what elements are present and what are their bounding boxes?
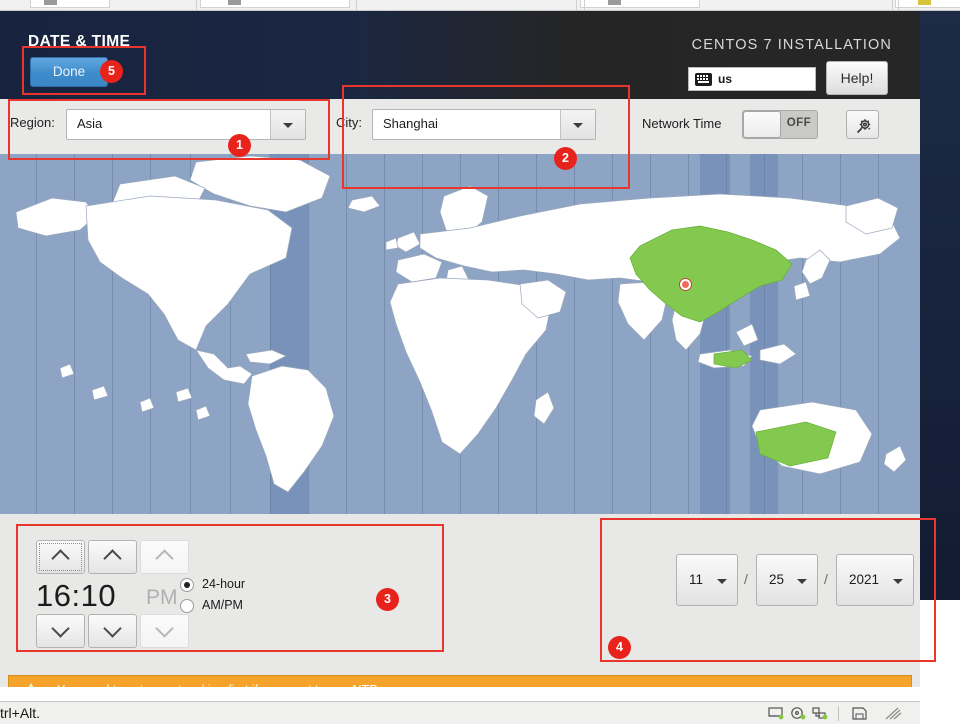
- format-option-label: AM/PM: [202, 598, 243, 612]
- world-map-svg: [15, 155, 907, 493]
- done-button[interactable]: Done: [30, 57, 108, 87]
- network-time-toggle[interactable]: OFF: [742, 110, 818, 139]
- disc-icon[interactable]: [790, 707, 806, 720]
- radio-icon: [180, 578, 194, 592]
- day-dropdown[interactable]: 25: [756, 554, 818, 606]
- datetime-controls-panel: 16:10 PM 24-hour AM/PM 11 / 25 / 2021: [0, 514, 920, 648]
- month-dropdown[interactable]: 11: [676, 554, 738, 606]
- region-label: Region:: [10, 115, 55, 130]
- warning-text: You need to set up networking first if y…: [57, 683, 378, 687]
- anaconda-installer-window: DATE & TIME Done CENTOS 7 INSTALLATION u…: [0, 11, 920, 687]
- resize-grip-icon[interactable]: [884, 707, 902, 720]
- location-marker-icon: [680, 279, 691, 290]
- date-separator: /: [824, 571, 828, 587]
- hour-up-button[interactable]: [36, 540, 85, 574]
- region-city-bar: Region: Asia City: Shanghai Network Time…: [0, 99, 920, 154]
- timezone-map[interactable]: [0, 154, 920, 514]
- chevron-down-icon: [560, 110, 595, 139]
- date-separator: /: [744, 571, 748, 587]
- page-title: DATE & TIME: [28, 33, 131, 50]
- keyboard-layout-indicator[interactable]: us: [688, 67, 816, 91]
- keyboard-icon: [695, 73, 712, 86]
- installer-header: DATE & TIME Done CENTOS 7 INSTALLATION u…: [0, 11, 920, 99]
- minute-down-button[interactable]: [88, 614, 137, 648]
- host-status-bar: trl+Alt.: [0, 701, 920, 724]
- keyboard-layout-label: us: [718, 72, 733, 86]
- annotation-number-4: 4: [608, 636, 631, 659]
- gear-icon: [856, 119, 871, 134]
- ntp-settings-button[interactable]: [846, 110, 879, 139]
- year-dropdown[interactable]: 2021: [836, 554, 914, 606]
- time-display[interactable]: 16:10: [36, 578, 116, 614]
- year-value: 2021: [849, 572, 880, 587]
- display-icon[interactable]: [768, 707, 784, 720]
- warning-bar: ! You need to set up networking first if…: [8, 675, 912, 687]
- ampm-up-button[interactable]: [140, 540, 189, 574]
- city-dropdown[interactable]: Shanghai: [372, 109, 596, 140]
- host-toolbar: [0, 0, 960, 11]
- annotation-number-5: 5: [100, 60, 123, 83]
- annotation-number-2: 2: [554, 147, 577, 170]
- annotation-number-1: 1: [228, 134, 251, 157]
- annotation-number-3: 3: [376, 588, 399, 611]
- vm-window-right-lower: [920, 600, 960, 724]
- day-value: 25: [769, 572, 785, 587]
- ampm-display: PM: [146, 586, 178, 609]
- network-time-state: OFF: [786, 117, 811, 129]
- help-button[interactable]: Help!: [826, 61, 888, 95]
- region-value: Asia: [77, 116, 103, 131]
- format-option-label: 24-hour: [202, 577, 246, 591]
- vm-window-right-edge: [920, 11, 960, 701]
- installation-title: CENTOS 7 INSTALLATION: [691, 37, 892, 53]
- ampm-down-button[interactable]: [140, 614, 189, 648]
- chevron-down-icon: [270, 110, 305, 139]
- toggle-knob: [743, 111, 781, 138]
- region-dropdown[interactable]: Asia: [66, 109, 306, 140]
- city-label: City:: [336, 115, 362, 130]
- floppy-icon[interactable]: [852, 707, 868, 720]
- status-hint-text: trl+Alt.: [0, 705, 41, 721]
- screenshot-root: DATE & TIME Done CENTOS 7 INSTALLATION u…: [0, 0, 960, 724]
- hour-down-button[interactable]: [36, 614, 85, 648]
- radio-icon: [180, 599, 194, 613]
- city-value: Shanghai: [383, 116, 438, 131]
- month-value: 11: [689, 572, 704, 587]
- network-icon[interactable]: [812, 707, 828, 720]
- minute-up-button[interactable]: [88, 540, 137, 574]
- network-time-label: Network Time: [642, 116, 722, 131]
- warning-triangle-icon: !: [23, 683, 39, 687]
